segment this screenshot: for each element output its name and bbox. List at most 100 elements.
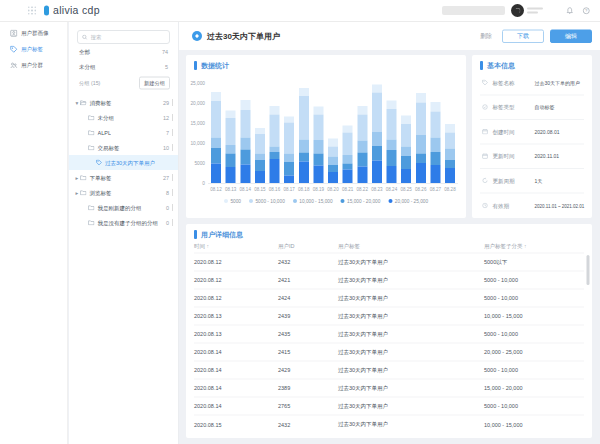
bar-segment — [372, 93, 382, 132]
table-cell: 2429 — [278, 361, 338, 379]
table-cell: 2020.08.13 — [194, 325, 278, 343]
table-body: 2020.08.122432过去30天内下单用户5000以下2020.08.12… — [194, 253, 584, 433]
info-value: 2020.08.01 — [535, 129, 560, 135]
tree-filter-ungrouped[interactable]: 未分组 5 — [69, 59, 178, 74]
tree-item[interactable]: ▾消费标签29 — [69, 95, 178, 110]
bar-segment — [270, 152, 280, 159]
info-row: 标签名称过去30天下单的用户 — [480, 71, 584, 96]
item-menu-divider[interactable] — [172, 204, 173, 211]
sort-icon[interactable]: ↑ — [207, 244, 210, 250]
bar-segment — [313, 153, 323, 165]
sidebar-item-label: 用户标签 — [21, 45, 43, 53]
tree-item-count: 27 — [160, 175, 169, 181]
table-cell: 15,000 - 20,000 — [484, 379, 584, 397]
tree-item-label: 下单标签 — [90, 174, 112, 182]
logo-icon — [44, 6, 49, 16]
table-cell: 2765 — [278, 397, 338, 415]
tag-tree-panel: 全部 74 未分组 5 分组 (15) 新建分组 ▾消费标签29未分组12ALP… — [69, 22, 179, 444]
download-button[interactable]: 下载 — [502, 29, 544, 43]
page-title: 过去30天内下单用户 — [207, 31, 280, 42]
column-header[interactable]: 时间 ↑ — [194, 240, 278, 253]
search-input[interactable] — [91, 34, 166, 40]
tag-icon — [482, 80, 489, 87]
legend-label: 20,000 - 25,000 — [395, 198, 428, 204]
tree-item[interactable]: ▸浏览标签8 — [69, 185, 178, 200]
bar-segment — [372, 132, 382, 146]
bar-segment — [445, 168, 455, 183]
table-row[interactable]: 2020.08.132435过去30天内下单用户5000 - 10,000 — [194, 325, 584, 343]
item-menu-divider[interactable] — [172, 174, 173, 181]
search-box[interactable] — [77, 30, 170, 44]
x-tick-label: 08.21 — [341, 187, 355, 192]
tree-filter-all[interactable]: 全部 74 — [69, 44, 178, 59]
x-tick-label: 08.17 — [282, 187, 296, 192]
item-menu-divider[interactable] — [172, 144, 173, 151]
item-menu-divider[interactable] — [172, 219, 173, 226]
table-cell: 2020.08.14 — [194, 397, 278, 415]
bar-segment — [299, 161, 309, 183]
table-row[interactable]: 2020.08.122424过去30天内下单用户5000 - 10,000 — [194, 289, 584, 307]
column-header: 用户ID — [278, 240, 338, 253]
table-cell: 2020.08.12 — [194, 271, 278, 289]
item-menu-divider[interactable] — [172, 114, 173, 121]
item-menu-divider[interactable] — [172, 99, 173, 106]
tree-item[interactable]: 过去30天内下单用户 — [69, 155, 178, 170]
apps-grid-icon[interactable] — [28, 7, 36, 15]
legend-label: 15,000 - 20,000 — [347, 198, 380, 204]
sidebar-item-user-tags[interactable]: 用户标签 — [0, 41, 67, 57]
table-row[interactable]: 2020.08.142415过去30天内下单用户20,000 - 25,000 — [194, 343, 584, 361]
table-scrollbar[interactable] — [587, 255, 590, 285]
table-row[interactable]: 2020.08.122421过去30天内下单用户5000 - 10,000 — [194, 271, 584, 289]
section-title-statistics: 数据统计 — [201, 61, 229, 70]
bar-segment — [430, 111, 440, 137]
bar-segment — [226, 167, 236, 183]
item-menu-divider[interactable] — [172, 189, 173, 196]
x-tick-label: 08.16 — [268, 187, 282, 192]
section-title-user-detail: 用户详细信息 — [201, 230, 243, 239]
sidebar-item-user-portrait[interactable]: 用户群画像 — [0, 25, 67, 41]
tree-item-label: ALPL — [98, 130, 111, 136]
tree-item-label: 未分组 — [98, 114, 115, 122]
table-cell: 5000 - 10,000 — [484, 289, 584, 307]
tree-item-count: 0 — [163, 205, 169, 211]
table-row[interactable]: 2020.08.122432过去30天内下单用户5000以下 — [194, 253, 584, 271]
edit-button[interactable]: 编辑 — [550, 29, 592, 43]
item-menu-divider[interactable] — [172, 129, 173, 136]
bar-segment — [430, 152, 440, 165]
sort-icon[interactable]: ↑ — [524, 244, 527, 250]
tree-item[interactable]: 我是刚新建的分组0 — [69, 200, 178, 215]
bar-segment — [401, 124, 411, 147]
table-cell: 5000以下 — [484, 253, 584, 271]
x-axis-labels: 08.1208.1308.1408.1508.1608.1708.1808.19… — [208, 187, 458, 192]
tree-item-label: 我是没有建子分组的分组 — [98, 219, 159, 227]
table-row[interactable]: 2020.08.142429过去30天内下单用户5000 - 10,000 — [194, 361, 584, 379]
tree-item[interactable]: ▸下单标签27 — [69, 170, 178, 185]
table-row[interactable]: 2020.08.142389过去30天内下单用户15,000 - 20,000 — [194, 379, 584, 397]
delete-button[interactable]: 删除 — [480, 32, 492, 41]
table-cell: 10,000 - 15,000 — [484, 415, 584, 433]
new-group-button[interactable]: 新建分组 — [139, 77, 170, 90]
y-tick-label: 5000 — [194, 160, 205, 166]
bar-segment — [299, 96, 309, 139]
bar-segment — [445, 160, 455, 168]
sidebar-item-user-groups[interactable]: 用户分群 — [0, 57, 67, 73]
x-tick-label: 08.13 — [224, 187, 238, 192]
bar-segment — [240, 137, 250, 149]
bar-segment — [387, 101, 397, 109]
column-header[interactable]: 用户标签子分类 ↑ — [484, 240, 584, 253]
help-icon[interactable]: ? — [583, 7, 591, 15]
table-row[interactable]: 2020.08.142765过去30天内下单用户5000 - 10,000 — [194, 397, 584, 415]
tree-item[interactable]: 未分组12 — [69, 110, 178, 125]
table-cell: 5000 - 10,000 — [484, 397, 584, 415]
table-row[interactable]: 2020.08.152432过去30天内下单用户10,000 - 15,000 — [194, 415, 584, 433]
bar-08.28 — [445, 124, 455, 183]
tree-item[interactable]: ALPL7 — [69, 125, 178, 140]
tree-item[interactable]: 我是没有建子分组的分组0 — [69, 215, 178, 230]
info-label: 创建时间 — [493, 128, 535, 136]
avatar[interactable] — [511, 4, 524, 17]
table-row[interactable]: 2020.08.132439过去30天内下单用户10,000 - 15,000 — [194, 307, 584, 325]
bell-icon[interactable] — [566, 7, 574, 15]
info-label: 标签类型 — [493, 104, 535, 112]
tree-item[interactable]: 交易标签10 — [69, 140, 178, 155]
legend-dot — [293, 199, 297, 203]
